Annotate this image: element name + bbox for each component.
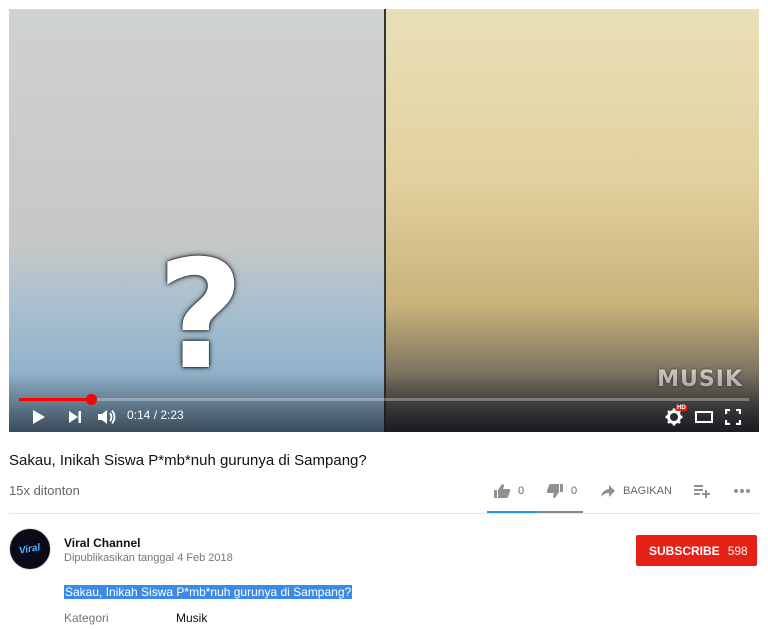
category-label: Kategori <box>64 611 109 625</box>
video-player[interactable]: ? MUSIK 0:14 / 2:23 HD <box>9 9 759 432</box>
share-label: BAGIKAN <box>623 485 672 497</box>
share-button[interactable]: BAGIKAN <box>600 476 672 506</box>
volume-icon <box>98 409 116 425</box>
progress-bar[interactable] <box>19 394 749 405</box>
dislike-button[interactable]: 0 <box>546 476 577 506</box>
frame-divider <box>384 9 386 432</box>
channel-avatar[interactable]: Viral <box>9 528 51 570</box>
volume-button[interactable] <box>96 408 118 426</box>
subscribe-button[interactable]: SUBSCRIBE 598 <box>636 535 757 566</box>
fullscreen-button[interactable] <box>723 408 743 426</box>
controls-gradient <box>9 372 759 432</box>
hd-badge: HD <box>676 405 687 411</box>
thumbs-down-icon <box>546 484 563 498</box>
progress-scrubber[interactable] <box>85 394 97 405</box>
like-button[interactable]: 0 <box>493 476 524 506</box>
progress-fill <box>19 398 91 401</box>
add-to-playlist-button[interactable] <box>694 476 710 506</box>
time-display: 0:14 / 2:23 <box>127 408 184 422</box>
theater-icon <box>695 411 713 423</box>
category-value[interactable]: Musik <box>176 611 207 625</box>
play-button[interactable] <box>29 408 49 426</box>
add-to-playlist-icon <box>694 485 710 498</box>
view-count: 15x ditonton <box>9 483 80 498</box>
video-description: Sakau, Inikah Siswa P*mb*nuh gurunya di … <box>64 585 353 599</box>
more-actions-button[interactable] <box>734 476 750 506</box>
avatar-logo-text: Viral <box>18 541 42 557</box>
dislike-count: 0 <box>571 485 578 497</box>
subscriber-count: 598 <box>727 543 748 558</box>
theater-mode-button[interactable] <box>693 408 715 426</box>
publish-date: Dipublikasikan tanggal 4 Feb 2018 <box>64 552 233 564</box>
channel-name[interactable]: Viral Channel <box>64 536 140 550</box>
thumbs-up-icon <box>494 484 511 498</box>
share-icon <box>601 485 615 497</box>
fullscreen-icon <box>725 409 741 425</box>
question-mark-overlay: ? <box>157 229 245 403</box>
like-count: 0 <box>518 485 525 497</box>
next-button[interactable] <box>66 408 84 426</box>
play-icon <box>33 410 45 424</box>
section-divider <box>9 513 759 514</box>
more-horizontal-icon <box>734 489 750 493</box>
subscribe-label: SUBSCRIBE <box>649 543 720 558</box>
video-title: Sakau, Inikah Siswa P*mb*nuh gurunya di … <box>9 452 367 469</box>
settings-button[interactable]: HD <box>663 405 687 427</box>
next-icon <box>69 411 81 423</box>
